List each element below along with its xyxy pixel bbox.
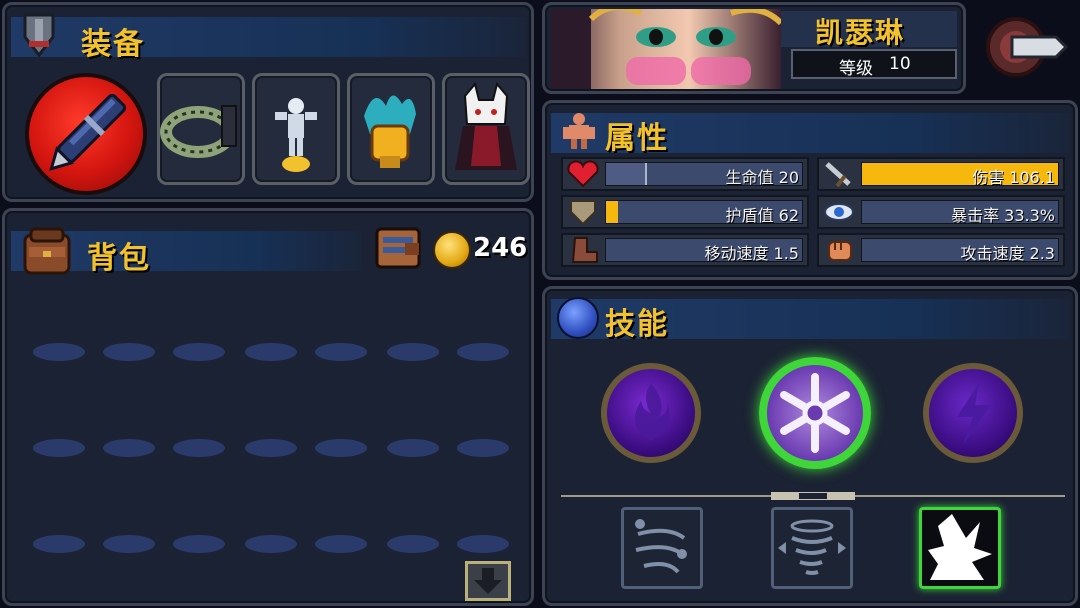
stat-health-fill bbox=[606, 163, 648, 185]
flame-icon bbox=[634, 383, 670, 441]
equipment-panel: 装备 bbox=[2, 2, 534, 202]
cloak-slot[interactable] bbox=[442, 73, 530, 185]
inventory-slot[interactable] bbox=[245, 439, 297, 457]
inventory-slot[interactable] bbox=[33, 343, 85, 361]
backpack-panel: 背包 246 bbox=[2, 208, 534, 606]
hero-portrait bbox=[551, 9, 781, 89]
skill-slot-tornado[interactable] bbox=[771, 507, 853, 589]
inventory-slot[interactable] bbox=[457, 535, 509, 553]
stat-shield: 护盾值 62 bbox=[561, 195, 809, 229]
inventory-slot[interactable] bbox=[103, 439, 155, 457]
statue-slot[interactable] bbox=[252, 73, 340, 185]
stat-shield-label: 护盾值 62 bbox=[725, 206, 799, 225]
inventory-slot[interactable] bbox=[387, 343, 439, 361]
skills-divider bbox=[561, 485, 1065, 500]
skill-slot-swing[interactable] bbox=[621, 507, 703, 589]
inventory-slot[interactable] bbox=[457, 343, 509, 361]
inventory-slot[interactable] bbox=[315, 439, 367, 457]
attributes-panel: 属性 生命值 20 伤害 106.1 护盾值 62 暴击率 33.3% 移动速度… bbox=[542, 100, 1078, 280]
back-button[interactable] bbox=[982, 12, 1069, 82]
back-arrow-icon bbox=[986, 17, 1069, 77]
fist-icon bbox=[821, 236, 857, 264]
backpack-title: 背包 bbox=[87, 241, 151, 276]
stat-move-speed-label: 移动速度 1.5 bbox=[704, 244, 799, 263]
inventory-slot[interactable] bbox=[315, 343, 367, 361]
snowflake-icon bbox=[780, 373, 850, 453]
stat-move-speed: 移动速度 1.5 bbox=[561, 233, 809, 267]
stat-attack-speed-label: 攻击速度 2.3 bbox=[960, 244, 1055, 263]
ring-icon bbox=[160, 105, 237, 158]
sword-icon bbox=[821, 160, 857, 188]
hero-name: 凯瑟琳 bbox=[815, 16, 906, 49]
boot-icon bbox=[565, 236, 601, 264]
inventory-slot[interactable] bbox=[387, 439, 439, 457]
attributes-title: 属性 bbox=[605, 121, 669, 156]
skills-panel: 技能 bbox=[542, 286, 1078, 606]
stat-damage: 伤害 106.1 bbox=[817, 157, 1065, 191]
inventory-slot[interactable] bbox=[457, 439, 509, 457]
shield-icon bbox=[565, 198, 601, 226]
stat-crit: 暴击率 33.3% bbox=[817, 195, 1065, 229]
inventory-slot[interactable] bbox=[173, 535, 225, 553]
scroll-down-button[interactable] bbox=[465, 561, 511, 601]
hero-level-value: 10 bbox=[889, 54, 911, 74]
statue-icon bbox=[275, 98, 317, 172]
equipment-title: 装备 bbox=[81, 27, 145, 62]
inventory-slot[interactable] bbox=[245, 343, 297, 361]
inventory-slot[interactable] bbox=[315, 535, 367, 553]
fox-mask-cloak-icon bbox=[455, 81, 517, 170]
inventory-slot[interactable] bbox=[173, 439, 225, 457]
hero-panel: 凯瑟琳 等级 10 bbox=[542, 2, 966, 94]
gold-amount: 246 bbox=[473, 233, 528, 263]
skill-orb-lightning[interactable] bbox=[923, 363, 1023, 463]
lightning-orb-icon bbox=[557, 297, 599, 339]
flaming-gauntlet-icon bbox=[364, 95, 416, 168]
stat-health-label: 生命值 20 bbox=[725, 168, 799, 187]
shatter-burst-icon bbox=[928, 514, 992, 580]
inventory-slot[interactable] bbox=[103, 535, 155, 553]
inventory-slot[interactable] bbox=[387, 535, 439, 553]
stat-crit-label: 暴击率 33.3% bbox=[951, 206, 1055, 225]
skill-orb-frost[interactable] bbox=[759, 357, 871, 469]
inventory-slot[interactable] bbox=[245, 535, 297, 553]
stat-health: 生命值 20 bbox=[561, 157, 809, 191]
arrow-down-icon bbox=[474, 568, 502, 594]
glove-slot[interactable] bbox=[347, 73, 435, 185]
weapon-slot[interactable] bbox=[25, 73, 147, 195]
heart-icon bbox=[565, 160, 601, 188]
skill-orb-shadow[interactable] bbox=[601, 363, 701, 463]
body-icon bbox=[561, 111, 597, 151]
stat-shield-fill bbox=[606, 201, 618, 223]
tornado-icon bbox=[778, 519, 846, 575]
skills-title: 技能 bbox=[605, 307, 669, 342]
skill-slot-shatter[interactable] bbox=[919, 507, 1001, 589]
inventory-slot[interactable] bbox=[173, 343, 225, 361]
inventory-slot[interactable] bbox=[103, 343, 155, 361]
stat-attack-speed: 攻击速度 2.3 bbox=[817, 233, 1065, 267]
inventory-slot[interactable] bbox=[33, 535, 85, 553]
lightning-bolt-icon bbox=[957, 383, 991, 445]
eye-icon bbox=[821, 198, 857, 226]
wallet-icon[interactable] bbox=[375, 225, 423, 271]
inventory-slot[interactable] bbox=[33, 439, 85, 457]
hero-level-label: 等级 bbox=[839, 59, 873, 79]
backpack-icon bbox=[19, 225, 75, 277]
equipment-header-icon bbox=[19, 11, 59, 61]
pen-weapon-icon bbox=[49, 93, 127, 171]
hero-level-box: 等级 10 bbox=[791, 49, 957, 79]
stat-damage-label: 伤害 106.1 bbox=[972, 168, 1055, 187]
gold-coin-icon bbox=[433, 231, 471, 269]
ring-slot[interactable] bbox=[157, 73, 245, 185]
whirl-slash-icon bbox=[635, 519, 687, 574]
